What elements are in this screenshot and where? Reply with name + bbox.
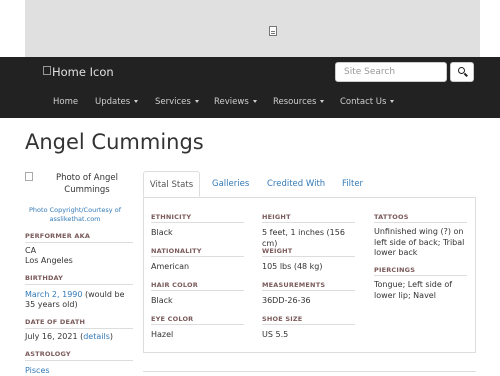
- eye-color-value: Hazel: [151, 330, 174, 339]
- death-date: July 16, 2021 (: [25, 332, 84, 341]
- height-value: 5 feet, 1 inches (156 cm): [262, 228, 345, 248]
- performer-aka-label: PERFORMER AKA: [25, 232, 91, 240]
- nav-updates[interactable]: Updates: [95, 97, 139, 107]
- birthday-value: March 2, 1990 (would be 35 years old): [25, 290, 133, 310]
- divider: [151, 256, 244, 257]
- nationality-value: American: [151, 262, 190, 271]
- search-button[interactable]: [450, 62, 474, 82]
- photo-credit-link[interactable]: Photo Copyright/Courtesy of asslikethat.…: [25, 206, 125, 224]
- measurements-label: MEASUREMENTS: [262, 281, 326, 289]
- hair-color-value: Black: [151, 296, 173, 305]
- tattoos-value: Unfinished wing (?) on left side of back…: [374, 227, 465, 257]
- eye-color-label: EYE COLOR: [151, 315, 194, 323]
- nav-contact-us-label: Contact Us: [340, 97, 387, 107]
- date-of-death-value: July 16, 2021 (details): [25, 332, 133, 342]
- vital-stats-panel: ETHNICITY Black NATIONALITY American HAI…: [143, 197, 476, 353]
- ethnicity-label: ETHNICITY: [151, 213, 192, 221]
- divider: [25, 328, 133, 329]
- nav-services-label: Services: [155, 97, 191, 107]
- death-details-link[interactable]: details: [83, 332, 110, 341]
- divider: [25, 242, 133, 243]
- nav-reviews[interactable]: Reviews: [214, 97, 257, 107]
- divider: [262, 324, 355, 325]
- tattoos-label: TATTOOS: [374, 213, 409, 221]
- broken-image-icon: [269, 26, 277, 36]
- shoe-size-value: US 5.5: [262, 330, 289, 339]
- search-input[interactable]: [335, 62, 447, 82]
- divider: [262, 222, 355, 223]
- divider: [151, 222, 244, 223]
- divider: [374, 275, 467, 276]
- caret-down-icon: [252, 100, 257, 103]
- top-banner-image: [25, 0, 480, 57]
- nav-home[interactable]: Home: [53, 97, 78, 107]
- performer-photo-alt: Photo of Angel Cummings: [55, 173, 119, 195]
- piercings-label: PIERCINGS: [374, 266, 416, 274]
- divider: [151, 290, 244, 291]
- weight-label: WEIGHT: [262, 247, 293, 255]
- astrology-label: ASTROLOGY: [25, 350, 71, 358]
- hair-color-label: HAIR COLOR: [151, 281, 198, 289]
- caret-down-icon: [390, 100, 395, 103]
- piercings-value: Tongue; Left side of lower lip; Navel: [374, 280, 453, 300]
- divider: [143, 371, 476, 372]
- tab-galleries[interactable]: Galleries: [212, 171, 249, 197]
- death-close-paren: ): [109, 332, 113, 341]
- caret-down-icon: [134, 100, 139, 103]
- caret-down-icon: [194, 100, 199, 103]
- weight-value: 105 lbs (48 kg): [262, 262, 323, 271]
- divider: [374, 222, 467, 223]
- divider: [262, 290, 355, 291]
- profile-tabs: Vital Stats Galleries Credited With Filt…: [143, 171, 476, 197]
- measurements-value: 36DD-26-36: [262, 296, 311, 305]
- nav-resources-label: Resources: [273, 97, 317, 107]
- date-of-death-label: DATE OF DEATH: [25, 318, 86, 326]
- performer-aka-value-1: CA: [25, 246, 37, 255]
- nav-resources[interactable]: Resources: [273, 97, 325, 107]
- divider: [262, 256, 355, 257]
- birthday-label: BIRTHDAY: [25, 274, 64, 282]
- divider: [25, 360, 133, 361]
- page-title: Angel Cummings: [25, 130, 204, 154]
- performer-aka-value-2: Los Angeles: [25, 256, 73, 265]
- home-logo-alt-text: Home Icon: [52, 65, 114, 79]
- search-icon: [458, 67, 465, 74]
- tab-credited-with[interactable]: Credited With: [267, 171, 325, 197]
- height-label: HEIGHT: [262, 213, 291, 221]
- nav-home-label: Home: [53, 97, 79, 107]
- caret-down-icon: [320, 100, 325, 103]
- birthday-date-link[interactable]: March 2, 1990: [25, 290, 82, 299]
- nationality-label: NATIONALITY: [151, 247, 202, 255]
- shoe-size-label: SHOE SIZE: [262, 315, 303, 323]
- nav-services[interactable]: Services: [155, 97, 199, 107]
- nav-contact-us[interactable]: Contact Us: [340, 97, 395, 107]
- divider: [25, 284, 133, 285]
- home-logo-link[interactable]: Home Icon: [43, 65, 114, 79]
- tab-vital-stats[interactable]: Vital Stats: [143, 171, 200, 197]
- nav-reviews-label: Reviews: [214, 97, 249, 107]
- nav-updates-label: Updates: [95, 97, 131, 107]
- tab-filter[interactable]: Filter: [342, 171, 363, 197]
- broken-image-icon: [43, 66, 51, 75]
- divider: [151, 324, 244, 325]
- ethnicity-value: Black: [151, 228, 173, 237]
- broken-image-icon: [25, 172, 33, 181]
